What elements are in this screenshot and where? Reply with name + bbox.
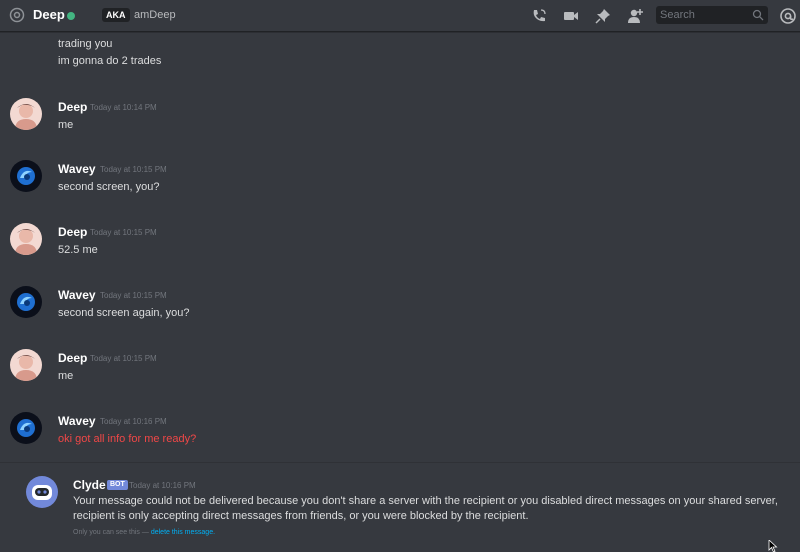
message-author[interactable]: Deep	[58, 225, 87, 239]
avatar[interactable]	[10, 286, 42, 318]
avatar[interactable]	[10, 223, 42, 255]
message-item: Deep Today at 10:15 PM 52.5 me	[0, 223, 800, 273]
message-item: Wavey Today at 10:16 PM oki got all info…	[0, 412, 800, 462]
message-content: second screen again, you?	[58, 307, 190, 319]
avatar[interactable]	[10, 160, 42, 192]
message-timestamp: Today at 10:14 PM	[90, 103, 157, 112]
message-content: me	[58, 119, 74, 131]
avatar[interactable]	[10, 412, 42, 444]
message-author[interactable]: Clyde	[73, 478, 106, 492]
avatar[interactable]	[10, 98, 42, 130]
message-timestamp: Today at 10:16 PM	[129, 481, 196, 490]
message-timestamp: Today at 10:15 PM	[90, 354, 157, 363]
message-item: Wavey Today at 10:15 PM second screen, y…	[0, 160, 800, 210]
search-box[interactable]	[656, 6, 768, 24]
message-item: Deep Today at 10:14 PM me	[0, 98, 800, 148]
chat-header: Deep AKA amDeep	[0, 0, 800, 32]
call-icon[interactable]	[530, 7, 548, 25]
clyde-avatar[interactable]	[26, 476, 58, 508]
search-input[interactable]	[660, 6, 748, 24]
message-list: trading you im gonna do 2 trades Deep To…	[0, 32, 800, 552]
message-author[interactable]: Wavey	[58, 288, 96, 302]
message-author[interactable]: Wavey	[58, 414, 96, 428]
video-icon[interactable]	[562, 7, 580, 25]
message-author[interactable]: Deep	[58, 100, 87, 114]
message-item: Deep Today at 10:15 PM me	[0, 349, 800, 399]
message-author[interactable]: Deep	[58, 351, 87, 365]
ephemeral-note-text: Only you can see this —	[73, 529, 149, 536]
add-friend-icon[interactable]	[626, 7, 644, 25]
message-content: im gonna do 2 trades	[58, 55, 162, 67]
message-timestamp: Today at 10:16 PM	[100, 417, 167, 426]
message-timestamp: Today at 10:15 PM	[100, 165, 167, 174]
message-timestamp: Today at 10:15 PM	[100, 291, 167, 300]
divider	[0, 462, 800, 463]
message-item: Wavey Today at 10:15 PM second screen ag…	[0, 286, 800, 336]
clyde-message-content: Your message could not be delivered beca…	[73, 495, 778, 522]
delete-message-link[interactable]: delete this message.	[151, 529, 215, 536]
message-content: me	[58, 370, 74, 382]
message-content: 52.5 me	[58, 244, 98, 256]
aka-badge: AKA	[102, 8, 130, 22]
message-content: second screen, you?	[58, 181, 160, 193]
failed-message-content: oki got all info for me ready?	[58, 433, 197, 445]
avatar[interactable]	[10, 349, 42, 381]
search-icon	[752, 9, 764, 21]
message-content: trading you	[58, 38, 113, 50]
bot-tag: BOT	[107, 480, 128, 490]
ephemeral-note: Only you can see this — delete this mess…	[73, 529, 215, 536]
mention-icon[interactable]	[779, 7, 797, 25]
mouse-cursor-icon	[768, 540, 778, 552]
message-author[interactable]: Wavey	[58, 162, 96, 176]
dm-username: Deep	[33, 7, 65, 22]
message-timestamp: Today at 10:15 PM	[90, 228, 157, 237]
online-status-indicator	[67, 12, 75, 20]
at-sign-icon	[9, 7, 25, 23]
pin-icon[interactable]	[594, 7, 612, 25]
aka-nickname: amDeep	[134, 9, 176, 21]
